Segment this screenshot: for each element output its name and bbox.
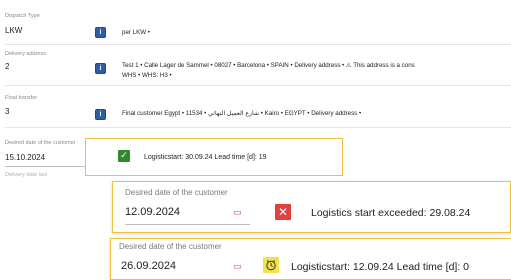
final-transfer-text: Final customer Egypt • 11534 • شارع العم…	[122, 110, 362, 117]
exceeded-panel-date[interactable]: 12.09.2024	[125, 206, 180, 218]
desired-date-label: Desired date of the customer	[5, 140, 76, 146]
warning-panel-date[interactable]: 26.09.2024	[121, 260, 176, 272]
dispatch-type-text: per LKW •	[122, 29, 150, 36]
calendar-icon[interactable]: ▭	[233, 208, 242, 218]
warning-panel: Desired date of the customer 26.09.2024 …	[110, 238, 511, 280]
alarm-clock-icon	[263, 257, 279, 273]
divider	[5, 127, 511, 128]
date-input-underline	[125, 224, 250, 225]
desired-date-value[interactable]: 15.10.2024	[5, 153, 45, 162]
exceeded-status-text: Logistics start exceeded: 29.08.24	[311, 207, 471, 219]
exceeded-panel: Desired date of the customer 12.09.2024 …	[112, 181, 511, 233]
exceeded-panel-label: Desired date of the customer	[125, 188, 228, 197]
error-x-icon: ✕	[275, 204, 291, 220]
delivery-address-value[interactable]: 2	[5, 62, 9, 71]
delivery-address-line2: WHS • WHS: H3 •	[122, 72, 172, 79]
final-transfer-info-button[interactable]: i	[95, 109, 106, 120]
delivery-info-button[interactable]: i	[95, 63, 106, 74]
warning-status-text: Logisticstart: 12.09.24 Lead time [d]: 0	[291, 261, 470, 273]
delivery-address-label: Delivery address	[5, 51, 46, 57]
final-transfer-label: Final transfer	[5, 95, 38, 101]
delivery-date-label: Delivery date last	[5, 172, 48, 178]
check-icon: ✓	[118, 150, 130, 162]
dispatch-info-button[interactable]: i	[95, 27, 106, 38]
info-icon: i	[99, 111, 102, 118]
info-icon: i	[99, 65, 102, 72]
dispatch-type-value[interactable]: LKW	[5, 26, 22, 35]
logistics-status-text: Logisticstart: 30.09.24 Lead time [d]: 1…	[144, 154, 267, 161]
info-icon: i	[99, 29, 102, 36]
divider	[5, 44, 511, 45]
calendar-icon[interactable]: ▭	[233, 262, 242, 272]
final-transfer-value[interactable]: 3	[5, 107, 9, 116]
dispatch-type-label: Dispatch Type	[5, 13, 40, 19]
warning-panel-label: Desired date of the customer	[119, 242, 222, 251]
delivery-address-line1: Test 1 • Calle Lager de Sammel • 08027 •…	[122, 62, 415, 69]
divider	[5, 85, 511, 86]
